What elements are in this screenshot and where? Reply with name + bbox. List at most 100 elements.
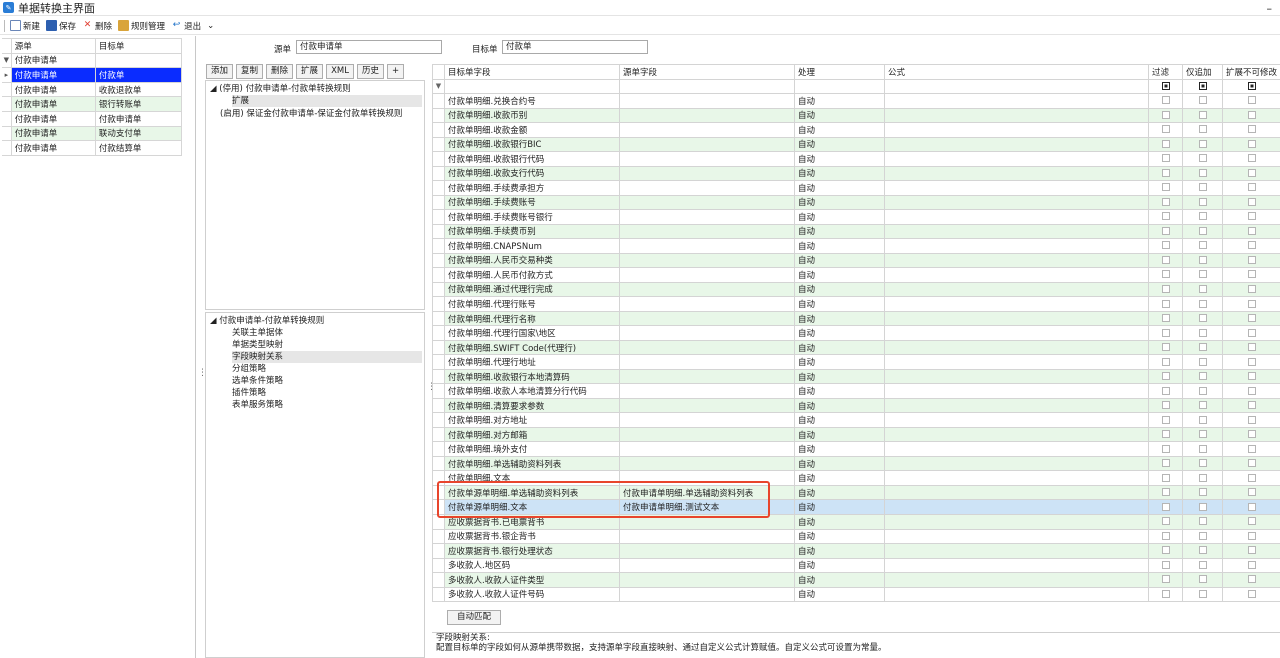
formula-cell[interactable] [884,543,1149,559]
process-cell[interactable]: 自动 [794,339,885,356]
source-field-cell[interactable] [619,397,795,414]
formula-cell[interactable] [884,339,1149,356]
table-row[interactable]: 付款申请单 联动支付单 [2,125,183,142]
ext-locked-checkbox[interactable] [1247,241,1256,250]
formula-cell[interactable] [884,267,1149,283]
append-only-checkbox[interactable] [1198,299,1207,308]
formula-cell[interactable] [884,528,1149,544]
append-only-checkbox[interactable] [1198,459,1207,468]
append-only-checkbox[interactable] [1198,531,1207,540]
exit-button[interactable]: ↩ 退出 [171,20,201,32]
ext-locked-checkbox[interactable] [1247,284,1256,293]
grid-row[interactable]: 付款单明细.手续费账号 自动 [432,194,1280,211]
tree-node-extend[interactable]: 扩展 [232,95,422,107]
source-field-cell[interactable] [619,354,795,370]
formula-cell[interactable] [884,223,1149,240]
ext-locked-checkbox[interactable] [1247,125,1256,134]
formula-cell[interactable] [884,397,1149,414]
ext-locked-checkbox[interactable] [1247,154,1256,163]
target-field-cell[interactable]: 付款单明细.收款人本地清算分行代码 [444,383,620,399]
process-cell[interactable]: 自动 [794,383,885,399]
filter-cell[interactable] [884,78,1149,95]
grid-row[interactable]: 付款单明细.收款人本地清算分行代码 自动 [432,383,1280,399]
table-row[interactable]: 付款申请单 付款结算单 [2,140,183,156]
process-cell[interactable]: 自动 [794,455,885,472]
source-field-cell[interactable] [619,151,795,167]
delete-button[interactable]: ✕ 删除 [82,20,112,32]
grid-row[interactable]: 付款单明细.境外支付 自动 [432,441,1280,457]
process-cell[interactable]: 自动 [794,151,885,167]
grid-row[interactable]: 付款单明细.代理行国家\地区 自动 [432,325,1280,341]
source-field-cell[interactable] [619,136,795,153]
source-field-cell[interactable] [619,93,795,109]
append-only-checkbox[interactable] [1198,372,1207,381]
process-cell[interactable]: 自动 [794,484,885,501]
target-field-cell[interactable]: 付款单明细.对方地址 [444,412,620,428]
ext-locked-checkbox[interactable] [1247,372,1256,381]
header-formula[interactable]: 公式 [884,64,1149,80]
target-bill-field[interactable]: 付款单 [502,40,648,54]
formula-cell[interactable] [884,412,1149,428]
ext-locked-checkbox[interactable] [1247,546,1256,555]
append-only-checkbox[interactable] [1198,357,1207,366]
grid-row[interactable]: 付款单明细.通过代理行完成 自动 [432,281,1280,298]
ext-locked-checkbox[interactable] [1247,299,1256,308]
process-cell[interactable]: 自动 [794,412,885,428]
header-append-only[interactable]: 仅追加 [1182,64,1223,80]
append-only-checkbox[interactable] [1198,328,1207,337]
process-cell[interactable]: 自动 [794,543,885,559]
process-cell[interactable]: 自动 [794,426,885,443]
filter-checkbox[interactable] [1161,517,1170,526]
process-cell[interactable]: 自动 [794,165,885,182]
tree-node-rule[interactable]: (启用) 保证金付款申请单-保证金付款单转换规则 [220,108,402,120]
process-cell[interactable]: 自动 [794,223,885,240]
source-field-cell[interactable] [619,325,795,341]
append-only-checkbox[interactable] [1198,517,1207,526]
grid-row[interactable]: 应收票据背书.银企背书 自动 [432,528,1280,544]
process-cell[interactable]: 自动 [794,122,885,138]
filter-checkbox[interactable] [1161,488,1170,497]
ext-locked-checkbox[interactable] [1247,401,1256,410]
ext-locked-checkbox[interactable] [1247,386,1256,395]
process-cell[interactable]: 自动 [794,572,885,588]
filter-checkbox[interactable] [1161,372,1170,381]
target-field-cell[interactable]: 付款单明细.收款币别 [444,107,620,124]
tree-node-rule-root[interactable]: ◢ 付款申请单-付款单转换规则 [210,315,324,327]
source-field-cell[interactable] [619,281,795,298]
ext-locked-checkbox[interactable] [1247,560,1256,569]
grid-row[interactable]: 多收款人.地区码 自动 [432,557,1280,574]
filter-checkbox[interactable] [1161,212,1170,221]
header-target[interactable]: 目标单 [94,38,183,54]
filter-checkbox[interactable] [1161,299,1170,308]
target-field-cell[interactable]: 付款单明细.代理行国家\地区 [444,325,620,341]
header-process[interactable]: 处理 [794,64,885,80]
append-only-checkbox[interactable] [1198,343,1207,352]
ext-locked-checkbox[interactable] [1247,96,1256,105]
formula-cell[interactable] [884,165,1149,182]
filter-checkbox[interactable] [1161,328,1170,337]
source-field-cell[interactable] [619,107,795,124]
target-field-cell[interactable]: 付款单明细.境外支付 [444,441,620,457]
target-field-cell[interactable]: 付款单明细.收款金额 [444,122,620,138]
append-only-checkbox[interactable] [1198,560,1207,569]
target-field-cell[interactable]: 多收款人.收款人证件号码 [444,586,620,603]
cell-source[interactable]: 付款申请单 [10,125,96,142]
ext-locked-checkbox[interactable] [1247,314,1256,323]
header-source-field[interactable]: 源单字段 [619,64,795,80]
header-ext-locked[interactable]: 扩展不可修改 [1222,64,1280,80]
target-field-cell[interactable]: 付款单明细.收款银行代码 [444,151,620,167]
grid-row[interactable]: 付款单明细.收款币别 自动 [432,107,1280,124]
grid-row[interactable]: 付款单明细.兑换合约号 自动 [432,93,1280,109]
ext-locked-checkbox[interactable] [1247,415,1256,424]
source-field-cell[interactable] [619,267,795,283]
append-only-checkbox[interactable] [1198,212,1207,221]
filter-checkbox[interactable] [1161,154,1170,163]
cell-target[interactable]: 收款退款单 [94,81,183,98]
ext-locked-checkbox[interactable] [1247,517,1256,526]
formula-cell[interactable] [884,368,1149,385]
process-cell[interactable]: 自动 [794,209,885,225]
source-field-cell[interactable] [619,180,795,196]
grid-row[interactable]: 付款单明细.代理行账号 自动 [432,296,1280,312]
grid-row[interactable]: 付款单明细.收款金额 自动 [432,122,1280,138]
grid-row[interactable]: 付款单明细.单选辅助资料列表 自动 [432,455,1280,472]
